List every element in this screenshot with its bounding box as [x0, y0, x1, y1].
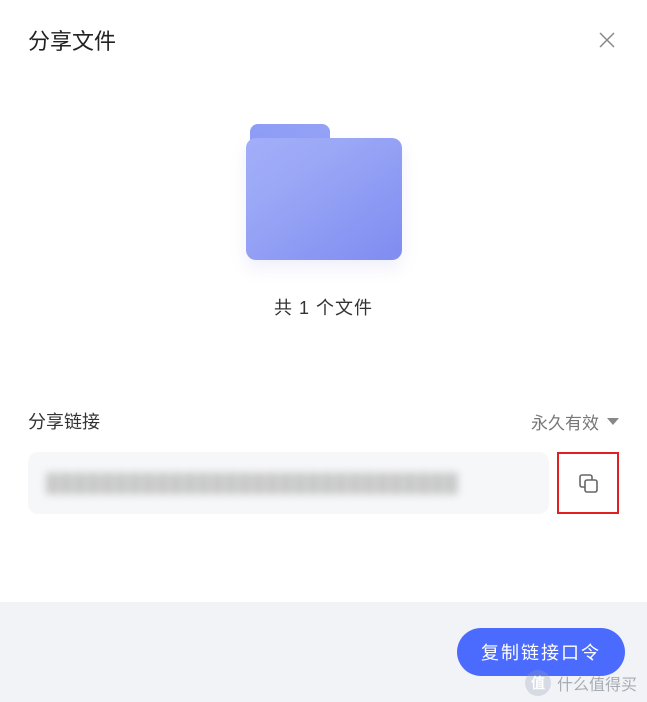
watermark-text: 什么值得买 — [557, 671, 637, 695]
chevron-down-icon — [607, 418, 619, 425]
share-link-label: 分享链接 — [28, 408, 100, 434]
copy-link-password-button[interactable]: 复制链接口令 — [457, 628, 625, 676]
dialog-header: 分享文件 — [0, 0, 647, 66]
close-button[interactable] — [595, 28, 619, 52]
file-count-text: 共 1 个文件 — [274, 294, 373, 320]
validity-dropdown[interactable]: 永久有效 — [531, 409, 619, 434]
copy-icon — [576, 471, 600, 495]
folder-icon — [246, 124, 402, 260]
watermark-badge: 值 — [525, 670, 551, 696]
folder-preview: 共 1 个文件 — [0, 124, 647, 320]
share-link-value: ██████████████████████████████ — [46, 473, 459, 494]
watermark: 值 什么值得买 — [525, 670, 637, 696]
dialog-footer: 复制链接口令 值 什么值得买 — [0, 602, 647, 702]
close-icon — [597, 30, 617, 50]
copy-link-icon-button[interactable] — [557, 452, 619, 514]
validity-value: 永久有效 — [531, 409, 599, 434]
dialog-title: 分享文件 — [28, 24, 116, 56]
share-link-field[interactable]: ██████████████████████████████ — [28, 452, 549, 514]
share-link-section: 分享链接 永久有效 ██████████████████████████████ — [28, 408, 619, 514]
